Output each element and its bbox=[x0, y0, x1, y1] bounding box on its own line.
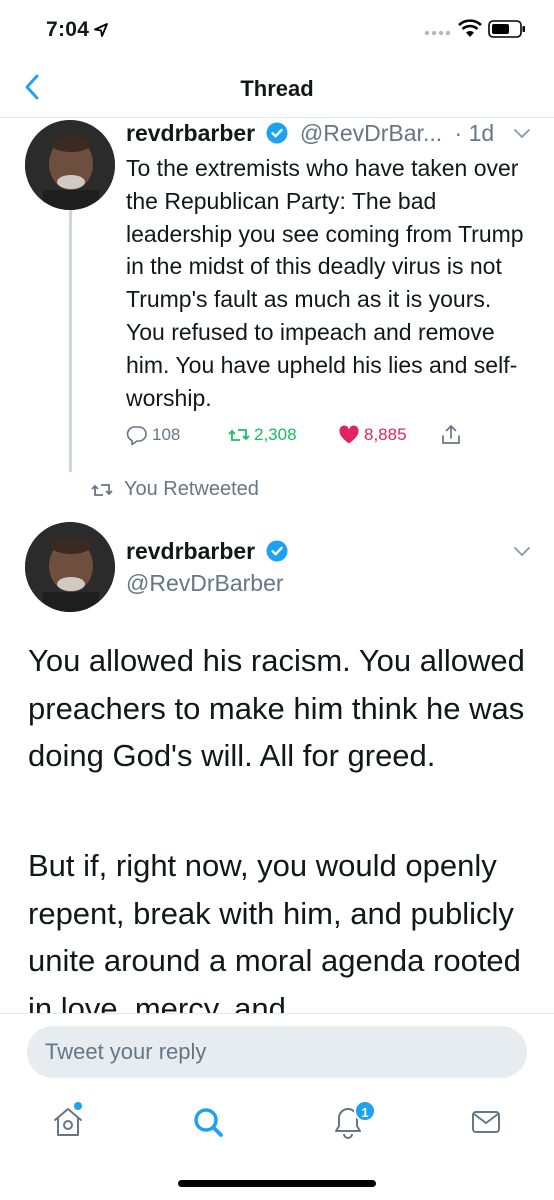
like-button[interactable]: 8,885 bbox=[338, 424, 407, 446]
signal-icon bbox=[424, 30, 451, 36]
retweet-button[interactable]: 2,308 bbox=[228, 424, 297, 446]
status-bar: 7:04 bbox=[0, 0, 554, 60]
author-handle: @RevDrBarber bbox=[126, 570, 284, 596]
status-time: 7:04 bbox=[46, 18, 90, 41]
tweet2-header: revdrbarber bbox=[126, 538, 294, 565]
avatar-photo bbox=[25, 522, 115, 612]
author-name[interactable]: revdrbarber bbox=[126, 120, 255, 146]
notification-badge: 1 bbox=[354, 1100, 376, 1122]
reply-count: 108 bbox=[152, 425, 181, 444]
author-handle: @RevDrBar... bbox=[299, 120, 443, 146]
retweet-count: 2,308 bbox=[254, 425, 297, 444]
share-button[interactable] bbox=[440, 424, 466, 446]
reply-input[interactable]: Tweet your reply bbox=[27, 1026, 527, 1078]
heart-icon bbox=[339, 425, 359, 444]
reply-placeholder: Tweet your reply bbox=[45, 1039, 207, 1064]
tweet-age: · 1d bbox=[454, 120, 495, 146]
verified-badge-icon bbox=[266, 122, 288, 144]
avatar[interactable] bbox=[25, 522, 115, 612]
chevron-down-icon[interactable] bbox=[513, 546, 531, 558]
share-icon bbox=[442, 425, 460, 444]
battery-icon bbox=[488, 20, 525, 38]
search-icon[interactable] bbox=[190, 1104, 226, 1140]
tweet-text: To the extremists who have taken over th… bbox=[126, 155, 524, 411]
like-count: 8,885 bbox=[364, 425, 407, 444]
home-indicator bbox=[178, 1180, 376, 1187]
retweet-icon bbox=[228, 429, 250, 441]
retweet-notice-label: You Retweeted bbox=[124, 478, 259, 500]
tweet1-header: revdrbarber @RevDrBar... · 1d bbox=[126, 120, 494, 147]
tweet-paragraph: But if, right now, you would openly repe… bbox=[28, 848, 521, 1026]
reply-button[interactable]: 108 bbox=[126, 424, 180, 446]
location-arrow-icon bbox=[94, 23, 108, 37]
avatar[interactable] bbox=[25, 120, 115, 210]
nav-header: Thread bbox=[0, 60, 554, 118]
chevron-down-icon[interactable] bbox=[513, 128, 531, 140]
mail-icon[interactable] bbox=[468, 1104, 504, 1140]
tab-bar bbox=[0, 1090, 554, 1160]
home-icon[interactable] bbox=[50, 1104, 86, 1140]
author-name[interactable]: revdrbarber bbox=[126, 538, 255, 564]
tweet-paragraph: You allowed his racism. You allowed prea… bbox=[28, 643, 525, 773]
retweet-notice: You Retweeted bbox=[90, 478, 259, 501]
verified-badge-icon bbox=[266, 540, 288, 562]
reply-icon bbox=[126, 426, 147, 446]
wifi-icon bbox=[458, 19, 482, 37]
tweet2-handle-row: @RevDrBarber bbox=[126, 570, 284, 597]
tweet-actions: 108 2,308 8,885 bbox=[0, 424, 554, 454]
page-title: Thread bbox=[240, 76, 314, 101]
retweet-icon bbox=[91, 483, 113, 496]
home-unread-dot bbox=[74, 1102, 82, 1110]
avatar-photo bbox=[25, 120, 115, 210]
